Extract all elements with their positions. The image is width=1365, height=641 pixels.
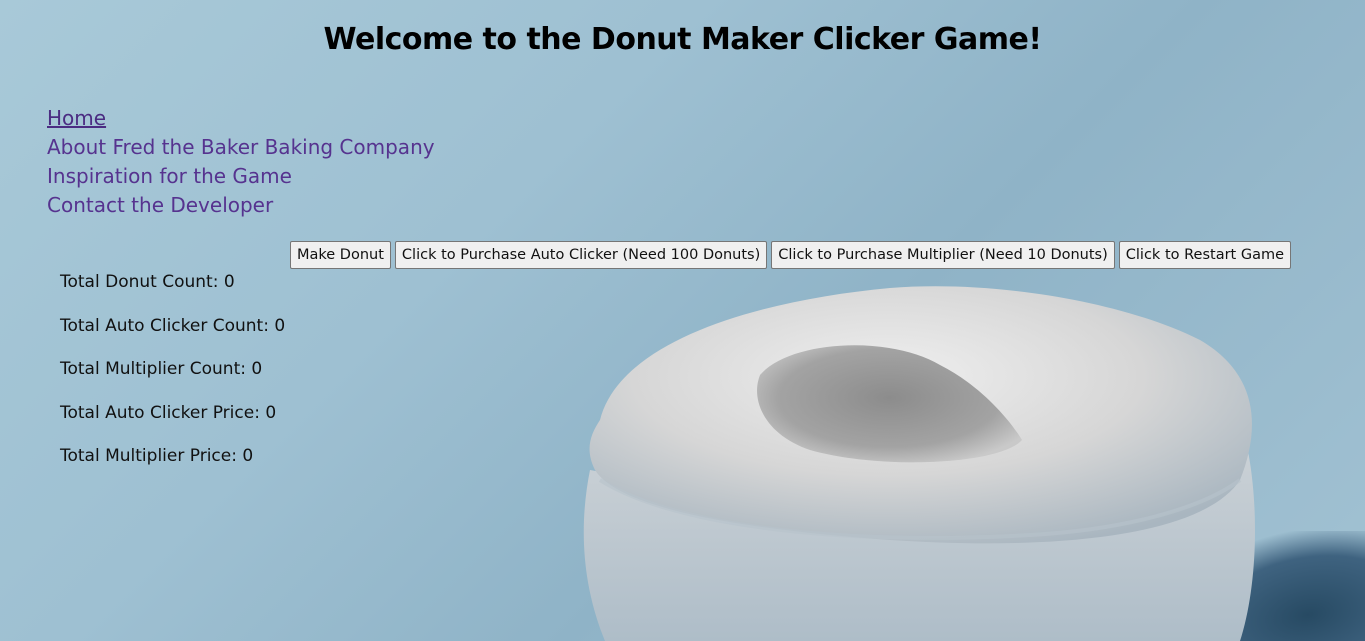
nav-link-about[interactable]: About Fred the Baker Baking Company xyxy=(47,133,435,162)
page-title: Welcome to the Donut Maker Clicker Game! xyxy=(323,22,1042,57)
purchase-auto-clicker-button[interactable]: Click to Purchase Auto Clicker (Need 100… xyxy=(394,241,768,269)
multiplier-count: Total Multiplier Count: 0 xyxy=(60,359,263,380)
stats-panel: Total Donut Count: 0 Total Auto Clicker … xyxy=(60,270,285,488)
donut-count: Total Donut Count: 0 xyxy=(60,272,235,292)
restart-game-button[interactable]: Click to Restart Game xyxy=(1118,241,1291,269)
purchase-multiplier-button[interactable]: Click to Purchase Multiplier (Need 10 Do… xyxy=(771,241,1115,269)
nav-link-home[interactable]: Home xyxy=(47,104,435,133)
nav-link-inspiration[interactable]: Inspiration for the Game xyxy=(47,162,435,191)
nav-link-contact[interactable]: Contact the Developer xyxy=(47,191,435,220)
game-controls: Make Donut Click to Purchase Auto Clicke… xyxy=(290,241,1291,269)
multiplier-price: Total Multiplier Price: 0 xyxy=(60,446,254,467)
main-nav: Home About Fred the Baker Baking Company… xyxy=(47,104,435,220)
donut-image[interactable] xyxy=(560,280,1260,641)
auto-clicker-price: Total Auto Clicker Price: 0 xyxy=(60,402,277,423)
make-donut-button[interactable]: Make Donut xyxy=(290,241,391,269)
auto-clicker-count: Total Auto Clicker Count: 0 xyxy=(60,315,286,336)
